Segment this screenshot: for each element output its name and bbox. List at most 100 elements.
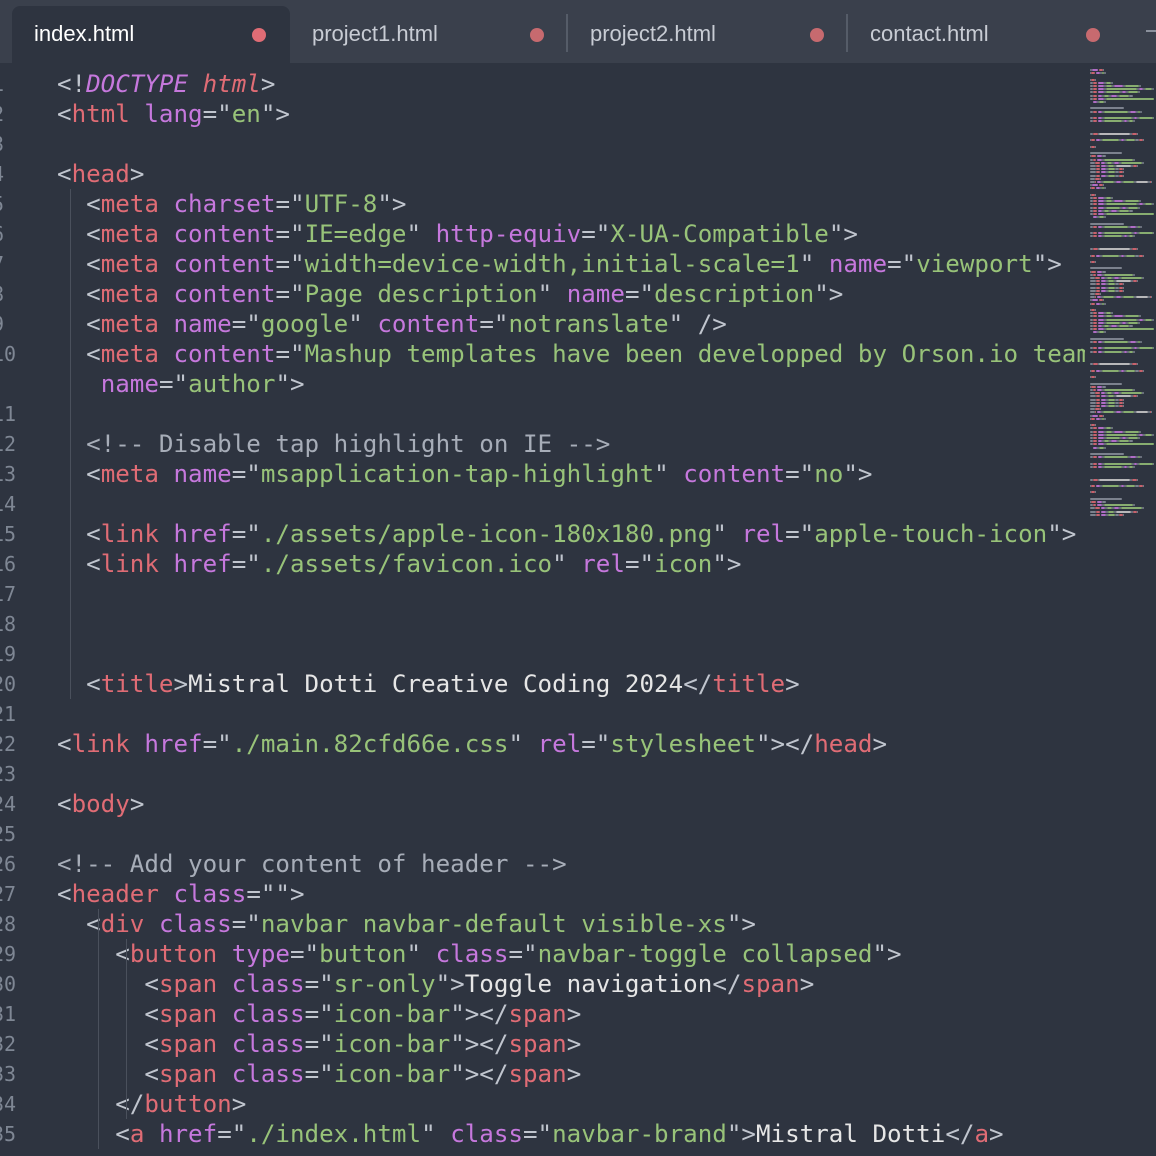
minimap-mark <box>1099 133 1130 135</box>
line-number: 17 <box>0 582 17 606</box>
minimap-mark <box>1102 270 1106 273</box>
minimap-mark <box>1111 197 1113 199</box>
minimap-mark <box>1090 107 1124 110</box>
tab-contact-html[interactable]: contact.html <box>848 6 1124 63</box>
code-token: "> <box>275 370 305 398</box>
minimap-mark <box>1151 411 1152 414</box>
minimap-mark <box>1123 289 1124 292</box>
minimap-mark <box>1125 85 1139 87</box>
tab-index-html[interactable]: index.html <box>12 6 290 63</box>
code-token: < <box>57 550 101 578</box>
minimap-mark <box>1123 398 1124 401</box>
minimap[interactable] <box>1088 63 1156 1156</box>
minimap-mark <box>1093 213 1097 215</box>
minimap-mark <box>1137 133 1138 135</box>
more-tabs-icon[interactable] <box>1146 30 1156 32</box>
minimap-mark <box>1142 392 1144 395</box>
minimap-mark <box>1104 350 1122 353</box>
minimap-mark <box>1102 139 1119 142</box>
minimap-mark <box>1095 78 1096 81</box>
minimap-mark <box>1104 225 1128 228</box>
code-token: "> <box>435 970 465 998</box>
minimap-mark <box>1139 117 1153 119</box>
code-text: <meta name="google" content="notranslate… <box>57 309 727 339</box>
unsaved-dot-icon[interactable] <box>1086 28 1100 42</box>
line-number: 24 <box>0 792 17 816</box>
minimap-mark <box>1096 165 1100 167</box>
minimap-mark <box>1093 328 1097 331</box>
minimap-mark <box>1104 389 1133 391</box>
minimap-mark <box>1103 296 1114 299</box>
code-token: href <box>173 520 232 548</box>
minimap-mark <box>1139 315 1141 318</box>
minimap-mark <box>1136 296 1148 299</box>
code-token: "> <box>726 910 756 938</box>
minimap-mark <box>1123 405 1124 407</box>
code-token: content <box>683 460 786 488</box>
code-editor[interactable]: 1<!DOCTYPE html>2<html lang="en">34<head… <box>0 63 1085 1156</box>
line-number: 26 <box>0 852 17 876</box>
code-token: =" <box>581 220 611 248</box>
line-number: 2 <box>0 99 6 129</box>
minimap-mark <box>1126 254 1135 257</box>
minimap-mark <box>1116 510 1131 513</box>
code-token: meta <box>100 280 159 308</box>
code-token: =" <box>785 460 815 488</box>
indent-guide <box>70 189 71 699</box>
code-token: =" <box>887 250 917 278</box>
minimap-mark <box>1102 501 1106 503</box>
code-token: link <box>100 520 159 548</box>
code-text: <!DOCTYPE html> <box>57 69 275 99</box>
line-number: 16 <box>0 552 17 576</box>
code-token: name <box>173 460 232 488</box>
minimap-mark <box>1123 411 1134 414</box>
code-text: <span class="icon-bar"></span> <box>57 999 581 1029</box>
minimap-mark <box>1103 69 1104 71</box>
code-token: class <box>231 970 305 998</box>
minimap-mark <box>1093 312 1097 315</box>
minimap-mark <box>1137 280 1138 283</box>
tab-project2-html[interactable]: project2.html <box>568 6 846 63</box>
code-token: =" <box>304 1060 334 1088</box>
minimap-mark <box>1093 232 1097 235</box>
minimap-mark <box>1096 168 1100 171</box>
indent-guide <box>98 909 99 1149</box>
minimap-mark <box>1106 91 1120 94</box>
unsaved-dot-icon[interactable] <box>530 28 544 42</box>
code-token: head <box>814 730 873 758</box>
minimap-mark <box>1116 280 1131 283</box>
code-token: google <box>260 310 349 338</box>
tab-project1-html[interactable]: project1.html <box>290 6 566 63</box>
minimap-mark <box>1104 101 1106 103</box>
code-token: class <box>158 910 232 938</box>
code-token: ./assets/favicon.ico <box>260 550 553 578</box>
code-token: rel <box>581 550 625 578</box>
minimap-mark <box>1090 267 1122 270</box>
unsaved-dot-icon[interactable] <box>252 28 266 42</box>
minimap-mark <box>1108 286 1115 289</box>
code-token: "> <box>843 460 873 488</box>
minimap-mark <box>1108 398 1115 401</box>
code-token: navbar navbar-default visible-xs <box>260 910 727 938</box>
code-token: class <box>231 1060 305 1088</box>
unsaved-dot-icon[interactable] <box>810 28 824 42</box>
code-token: button <box>144 1090 232 1118</box>
code-token: =" <box>202 100 232 128</box>
minimap-mark <box>1129 209 1133 212</box>
code-token: ./assets/apple-icon-180x180.png <box>260 520 713 548</box>
code-token: body <box>71 790 130 818</box>
code-token: > <box>785 670 800 698</box>
minimap-mark <box>1123 513 1124 516</box>
code-text: name="author"> <box>57 369 305 399</box>
code-token: =" <box>304 970 334 998</box>
minimap-mark <box>1096 398 1100 401</box>
minimap-mark <box>1093 350 1097 353</box>
code-token: rel <box>537 730 582 758</box>
code-token: no <box>814 460 844 488</box>
minimap-mark <box>1096 405 1100 407</box>
code-token: Mistral Dotti <box>756 1120 946 1148</box>
